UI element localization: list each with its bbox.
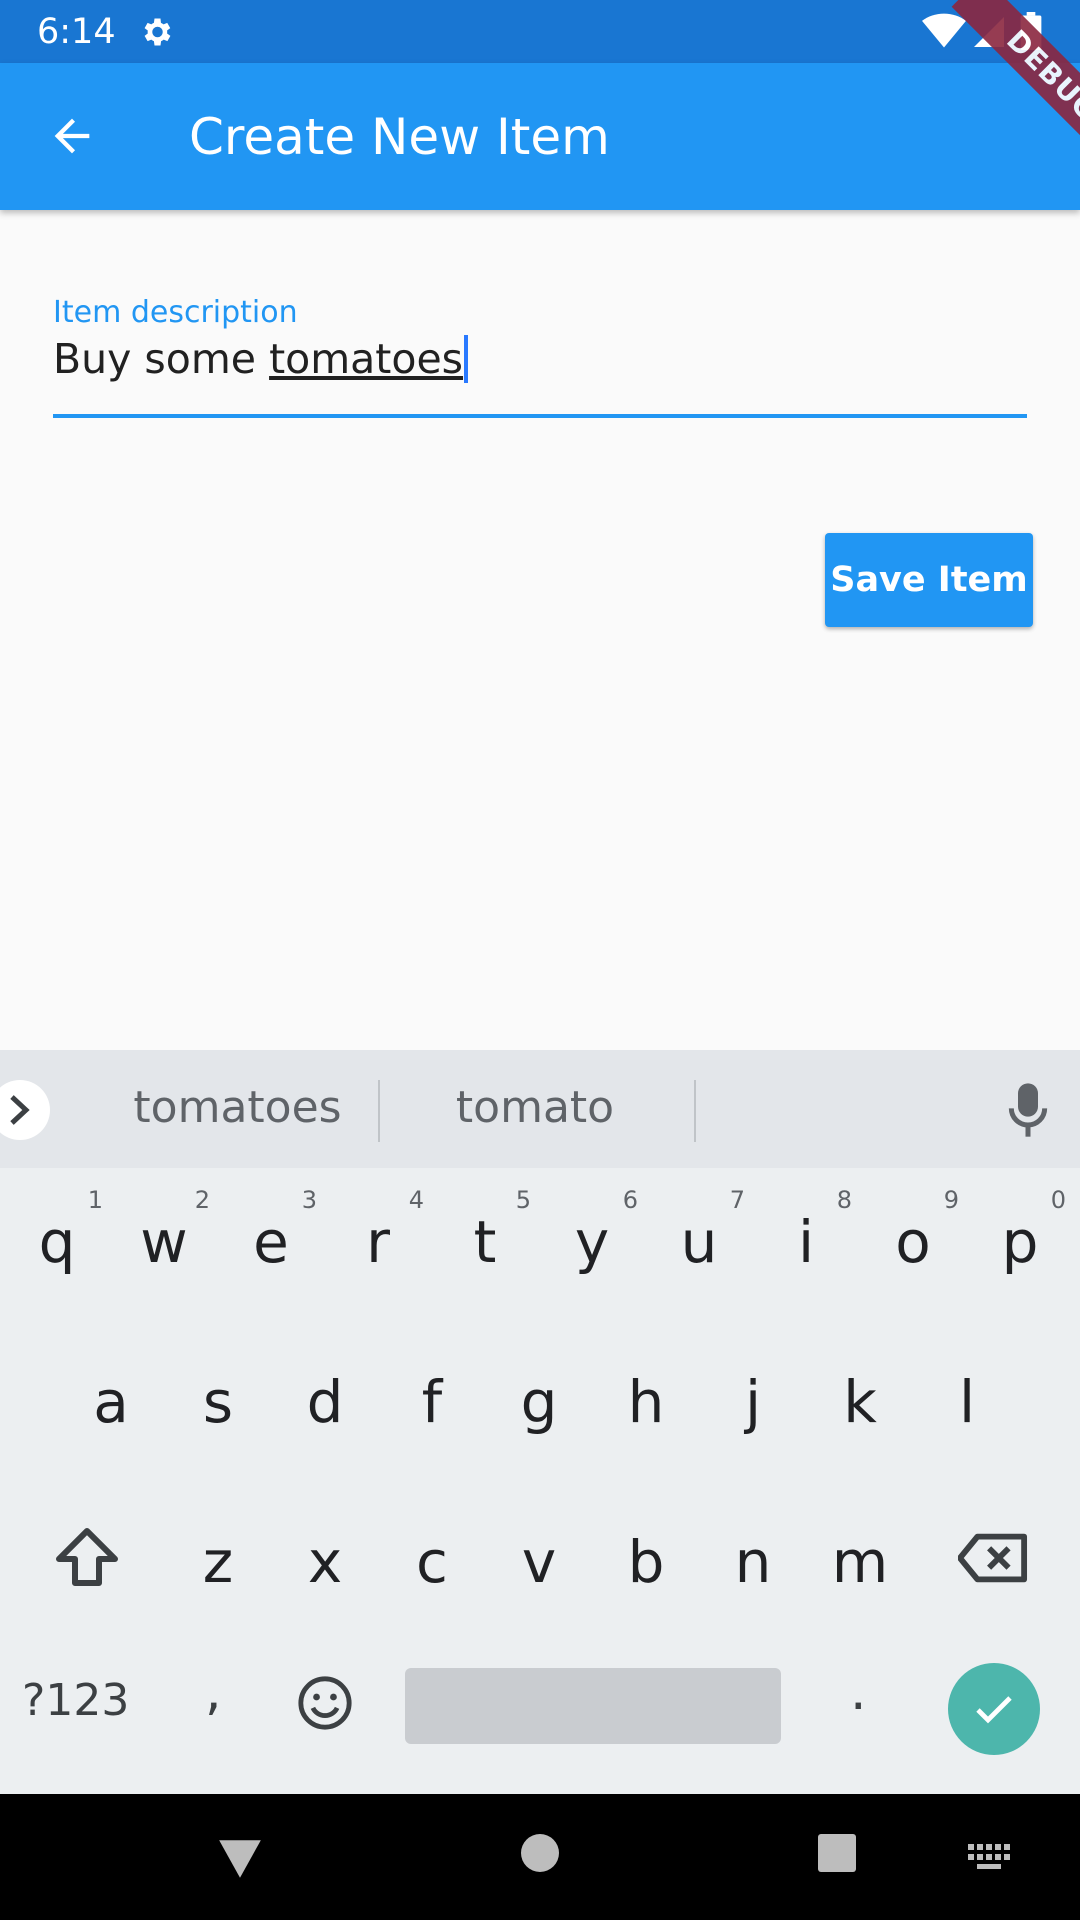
key-g[interactable]: g [489, 1340, 589, 1460]
key-char: f [421, 1368, 443, 1436]
item-description-field[interactable]: Item description Buy some tomatoes [53, 290, 1027, 420]
wifi-icon [922, 13, 966, 48]
key-char: h [627, 1368, 665, 1436]
emoji-icon[interactable] [296, 1674, 354, 1732]
check-icon [976, 1696, 1012, 1724]
symbols-key[interactable]: ?123 [22, 1675, 129, 1726]
key-char: e [253, 1208, 289, 1276]
key-l[interactable]: l [917, 1340, 1017, 1460]
key-r[interactable]: 4r [328, 1170, 428, 1290]
key-char: z [202, 1528, 234, 1596]
key-h[interactable]: h [596, 1340, 696, 1460]
key-a[interactable]: a [61, 1340, 161, 1460]
system-nav-bar [0, 1794, 1080, 1920]
key-char: i [797, 1208, 815, 1276]
suggestion-2[interactable]: tomato [385, 1082, 685, 1133]
status-bar: 6:14 [0, 0, 1080, 63]
key-q[interactable]: 1q [7, 1170, 107, 1290]
value-prefix: Buy some [53, 335, 270, 383]
nav-home-icon[interactable] [521, 1834, 559, 1872]
soft-keyboard: tomatoes tomato 1q2w3e4r5t6y7u8i9o0p a s d… [0, 1050, 1080, 1794]
key-m[interactable]: m [810, 1498, 910, 1618]
key-char: q [38, 1208, 76, 1276]
key-t[interactable]: 5t [435, 1170, 535, 1290]
key-char: v [521, 1528, 557, 1596]
suggestion-divider [378, 1080, 380, 1142]
key-char: r [366, 1208, 390, 1276]
key-char: c [416, 1528, 448, 1596]
period-key[interactable]: . [850, 1662, 867, 1722]
backspace-icon[interactable] [958, 1532, 1028, 1584]
key-char: n [734, 1528, 772, 1596]
key-char: s [202, 1368, 234, 1436]
key-e[interactable]: 3e [221, 1170, 321, 1290]
key-p[interactable]: 0p [970, 1170, 1070, 1290]
arrow-back-icon[interactable] [46, 110, 98, 162]
key-char: d [306, 1368, 344, 1436]
value-composing-word: tomatoes [269, 335, 464, 383]
key-char: j [744, 1368, 762, 1436]
key-char: t [473, 1208, 497, 1276]
key-i[interactable]: 8i [756, 1170, 856, 1290]
mic-icon[interactable] [1008, 1083, 1048, 1137]
key-z[interactable]: z [168, 1498, 268, 1618]
battery-icon [1020, 12, 1042, 50]
key-f[interactable]: f [382, 1340, 482, 1460]
key-d[interactable]: d [275, 1340, 375, 1460]
chevron-right-icon [10, 1095, 30, 1125]
key-u[interactable]: 7u [649, 1170, 749, 1290]
key-c[interactable]: c [382, 1498, 482, 1618]
field-underline [53, 414, 1027, 418]
key-char: o [895, 1208, 931, 1276]
key-y[interactable]: 6y [542, 1170, 642, 1290]
key-j[interactable]: j [703, 1340, 803, 1460]
keyboard-switch-icon[interactable] [968, 1844, 1012, 1872]
suggestion-strip: tomatoes tomato [0, 1050, 1080, 1168]
suggestion-1[interactable]: tomatoes [95, 1082, 380, 1133]
key-char: b [627, 1528, 665, 1596]
field-label: Item description [53, 295, 298, 330]
status-time: 6:14 [37, 12, 116, 52]
settings-icon [144, 18, 171, 46]
app-bar: Create New Item [0, 63, 1080, 210]
save-item-button[interactable]: Save Item [825, 533, 1033, 627]
key-char: u [680, 1208, 718, 1276]
key-char: l [958, 1368, 976, 1436]
key-char: k [843, 1368, 877, 1436]
nav-recents-icon[interactable] [818, 1834, 856, 1872]
key-b[interactable]: b [596, 1498, 696, 1618]
enter-key[interactable] [948, 1663, 1040, 1755]
text-cursor [464, 335, 469, 383]
key-s[interactable]: s [168, 1340, 268, 1460]
key-char: m [831, 1528, 889, 1596]
key-char: y [574, 1208, 610, 1276]
comma-key[interactable]: , [205, 1662, 222, 1722]
space-bar[interactable] [405, 1668, 781, 1744]
key-char: a [93, 1368, 129, 1436]
signal-icon [974, 17, 1004, 47]
key-k[interactable]: k [810, 1340, 910, 1460]
key-char: p [1001, 1208, 1039, 1276]
suggestion-divider [694, 1080, 696, 1142]
key-char: w [140, 1208, 188, 1276]
nav-back-icon[interactable] [215, 1834, 265, 1884]
key-v[interactable]: v [489, 1498, 589, 1618]
shift-icon[interactable] [55, 1527, 119, 1587]
key-n[interactable]: n [703, 1498, 803, 1618]
field-value[interactable]: Buy some tomatoes [53, 335, 469, 383]
page-title: Create New Item [189, 108, 610, 166]
suggestions-expand-button[interactable] [0, 1080, 50, 1140]
key-x[interactable]: x [275, 1498, 375, 1618]
key-char: x [307, 1528, 343, 1596]
key-char: g [520, 1368, 558, 1436]
key-w[interactable]: 2w [114, 1170, 214, 1290]
key-o[interactable]: 9o [863, 1170, 963, 1290]
